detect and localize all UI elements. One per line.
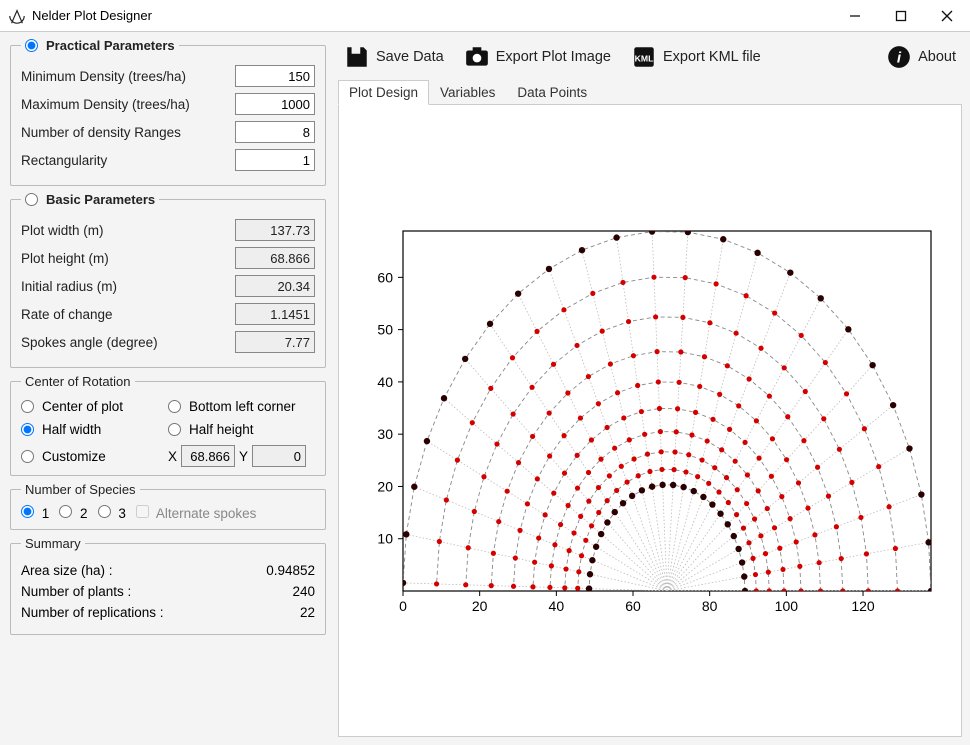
num-ranges-label: Number of density Ranges <box>21 125 235 140</box>
center-y-input <box>252 445 306 467</box>
basic-mode-radio[interactable] <box>25 193 38 206</box>
toolbar: Save Data Export Plot Image KML Export K… <box>338 38 962 80</box>
close-button[interactable] <box>924 0 970 32</box>
title-bar: Nelder Plot Designer <box>0 0 970 32</box>
species-1-option[interactable]: 1 <box>21 505 49 521</box>
reps-value: 22 <box>235 605 315 620</box>
reps-label: Number of replications : <box>21 605 235 620</box>
svg-text:50: 50 <box>377 321 393 337</box>
camera-icon <box>464 44 490 70</box>
max-density-input[interactable] <box>235 93 315 115</box>
tab-bar: Plot Design Variables Data Points <box>338 80 962 105</box>
plot-width-label: Plot width (m) <box>21 223 235 238</box>
svg-text:60: 60 <box>625 598 641 614</box>
svg-text:20: 20 <box>472 598 488 614</box>
app-icon <box>8 7 26 25</box>
summary-legend: Summary <box>21 536 85 551</box>
maximize-button[interactable] <box>878 0 924 32</box>
bottom-left-option[interactable]: Bottom left corner <box>168 399 315 414</box>
y-label: Y <box>239 449 248 464</box>
basic-legend: Basic Parameters <box>46 192 155 207</box>
basic-parameters-group: Basic Parameters Plot width (m) Plot hei… <box>10 192 326 368</box>
rate-label: Rate of change <box>21 307 235 322</box>
nelder-plot-chart: 0 20 40 60 80 100 120 10 20 30 40 50 60 <box>355 211 945 631</box>
initial-radius-label: Initial radius (m) <box>21 279 235 294</box>
info-icon: i <box>886 44 912 70</box>
alternate-spokes-checkbox[interactable]: Alternate spokes <box>136 505 257 521</box>
plants-label: Number of plants : <box>21 584 235 599</box>
spokes-angle-label: Spokes angle (degree) <box>21 335 235 350</box>
min-density-input[interactable] <box>235 65 315 87</box>
about-button[interactable]: i About <box>886 44 956 70</box>
center-of-plot-option[interactable]: Center of plot <box>21 399 168 414</box>
plot-width-input <box>235 219 315 241</box>
plot-height-input <box>235 247 315 269</box>
area-label: Area size (ha) : <box>21 563 235 578</box>
minimize-button[interactable] <box>832 0 878 32</box>
export-image-button[interactable]: Export Plot Image <box>464 44 611 70</box>
svg-text:0: 0 <box>399 598 407 614</box>
window-title: Nelder Plot Designer <box>32 8 832 23</box>
plants-value: 240 <box>235 584 315 599</box>
save-data-button[interactable]: Save Data <box>344 44 444 70</box>
plot-height-label: Plot height (m) <box>21 251 235 266</box>
center-legend: Center of Rotation <box>21 374 135 389</box>
x-label: X <box>168 449 177 464</box>
rectangularity-input[interactable] <box>235 149 315 171</box>
num-ranges-input[interactable] <box>235 121 315 143</box>
center-x-input <box>181 445 235 467</box>
svg-text:120: 120 <box>851 598 875 614</box>
species-group: Number of Species 1 2 3 Alternate spokes <box>10 482 326 530</box>
svg-text:KML: KML <box>635 53 654 63</box>
practical-mode-radio[interactable] <box>25 39 38 52</box>
species-3-option[interactable]: 3 <box>98 505 126 521</box>
half-width-option[interactable]: Half width <box>21 422 168 437</box>
practical-parameters-group: Practical Parameters Minimum Density (tr… <box>10 38 326 186</box>
rectangularity-label: Rectangularity <box>21 153 235 168</box>
svg-text:40: 40 <box>549 598 565 614</box>
tab-variables[interactable]: Variables <box>429 80 506 105</box>
export-kml-button[interactable]: KML Export KML file <box>631 44 761 70</box>
tab-data-points[interactable]: Data Points <box>506 80 598 105</box>
save-icon <box>344 44 370 70</box>
plot-area: 0 20 40 60 80 100 120 10 20 30 40 50 60 <box>338 105 962 737</box>
svg-text:40: 40 <box>377 373 393 389</box>
kml-icon: KML <box>631 44 657 70</box>
svg-text:30: 30 <box>377 426 393 442</box>
customize-option[interactable]: Customize <box>21 445 168 467</box>
half-height-option[interactable]: Half height <box>168 422 315 437</box>
center-rotation-group: Center of Rotation Center of plot Bottom… <box>10 374 326 476</box>
svg-text:20: 20 <box>377 478 393 494</box>
svg-text:60: 60 <box>377 269 393 285</box>
svg-text:10: 10 <box>377 530 393 546</box>
max-density-label: Maximum Density (trees/ha) <box>21 97 235 112</box>
initial-radius-input <box>235 275 315 297</box>
svg-text:80: 80 <box>702 598 718 614</box>
rate-input <box>235 303 315 325</box>
svg-text:100: 100 <box>775 598 799 614</box>
area-value: 0.94852 <box>235 563 315 578</box>
spokes-angle-input <box>235 331 315 353</box>
parameters-panel: Practical Parameters Minimum Density (tr… <box>8 38 328 737</box>
tab-plot-design[interactable]: Plot Design <box>338 80 429 105</box>
species-legend: Number of Species <box>21 482 140 497</box>
min-density-label: Minimum Density (trees/ha) <box>21 69 235 84</box>
summary-group: Summary Area size (ha) :0.94852 Number o… <box>10 536 326 635</box>
practical-legend: Practical Parameters <box>46 38 175 53</box>
species-2-option[interactable]: 2 <box>59 505 87 521</box>
main-panel: Save Data Export Plot Image KML Export K… <box>338 38 962 737</box>
